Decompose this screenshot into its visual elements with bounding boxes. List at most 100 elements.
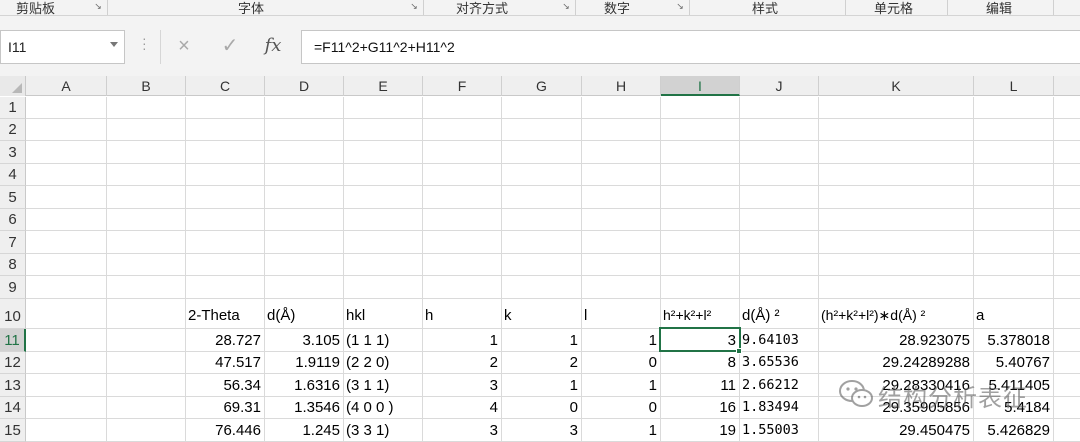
cell-g11[interactable]: 1: [501, 329, 581, 352]
row-header-8[interactable]: 8: [0, 254, 26, 276]
cell-i14[interactable]: 16: [660, 396, 739, 419]
cell-c14[interactable]: 69.31: [185, 396, 264, 419]
cell-e11[interactable]: (1 1 1): [343, 329, 422, 352]
cell-i12[interactable]: 8: [660, 351, 739, 374]
cell-c13[interactable]: 56.34: [185, 374, 264, 397]
row-header-7[interactable]: 7: [0, 231, 26, 254]
row-header-4[interactable]: 4: [0, 164, 26, 186]
select-all-button[interactable]: [0, 76, 26, 96]
cell-h13[interactable]: 1: [581, 374, 660, 397]
name-box[interactable]: I11: [0, 30, 125, 64]
cell-h15[interactable]: 1: [581, 419, 660, 442]
formula-input[interactable]: =F11^2+G11^2+H11^2: [301, 30, 1080, 64]
cell-h11[interactable]: 1: [581, 329, 660, 352]
cell-i15[interactable]: 19: [660, 419, 739, 442]
column-header-l[interactable]: L: [974, 76, 1054, 96]
cell-e14[interactable]: (4 0 0 ): [343, 396, 422, 419]
cell-l13[interactable]: 5.411405: [973, 374, 1053, 397]
cell-e12[interactable]: (2 2 0): [343, 351, 422, 374]
row-header-11[interactable]: 11: [0, 329, 26, 352]
cell-g13[interactable]: 1: [501, 374, 581, 397]
cell-d13[interactable]: 1.6316: [264, 374, 343, 397]
cell-g15[interactable]: 3: [501, 419, 581, 442]
cell-g14[interactable]: 0: [501, 396, 581, 419]
cell-f14[interactable]: 4: [422, 396, 501, 419]
cell-h10[interactable]: l: [581, 304, 660, 327]
column-header-a[interactable]: A: [26, 76, 107, 96]
cell-j15[interactable]: 1.55003: [739, 419, 818, 442]
dialog-launcher-icon[interactable]: ↘: [93, 1, 103, 11]
cell-l10[interactable]: a: [973, 304, 1053, 327]
cell-f12[interactable]: 2: [422, 351, 501, 374]
cell-d14[interactable]: 1.3546: [264, 396, 343, 419]
cell-l12[interactable]: 5.40767: [973, 351, 1053, 374]
enter-check-icon[interactable]: ✓: [213, 30, 247, 64]
cell-e13[interactable]: (3 1 1): [343, 374, 422, 397]
row-header-14[interactable]: 14: [0, 397, 26, 419]
chevron-down-icon[interactable]: [110, 42, 118, 47]
cell-e15[interactable]: (3 3 1): [343, 419, 422, 442]
cell-k11[interactable]: 28.923075: [818, 329, 973, 352]
row-header-12[interactable]: 12: [0, 352, 26, 374]
cell-h14[interactable]: 0: [581, 396, 660, 419]
cell-c11[interactable]: 28.727: [185, 329, 264, 352]
cancel-icon[interactable]: ×: [167, 30, 201, 64]
row-header-6[interactable]: 6: [0, 209, 26, 231]
cell-d11[interactable]: 3.105: [264, 329, 343, 352]
cell-k15[interactable]: 29.450475: [818, 419, 973, 442]
cell-c10[interactable]: 2-Theta: [185, 304, 264, 327]
cell-d12[interactable]: 1.9119: [264, 351, 343, 374]
insert-function-icon[interactable]: fx: [256, 30, 290, 64]
column-header-i[interactable]: I: [661, 76, 740, 96]
cell-k12[interactable]: 29.24289288: [818, 351, 973, 374]
row-header-1[interactable]: 1: [0, 97, 26, 119]
cell-f15[interactable]: 3: [422, 419, 501, 442]
cell-g12[interactable]: 2: [501, 351, 581, 374]
cell-d15[interactable]: 1.245: [264, 419, 343, 442]
cell-k14[interactable]: 29.35905856: [818, 396, 973, 419]
cell-j13[interactable]: 2.66212: [739, 374, 818, 397]
column-header-c[interactable]: C: [186, 76, 265, 96]
row-header-3[interactable]: 3: [0, 141, 26, 164]
cell-j14[interactable]: 1.83494: [739, 396, 818, 419]
cell-l14[interactable]: 5.4184: [973, 396, 1053, 419]
cell-e10[interactable]: hkl: [343, 304, 422, 327]
column-header-d[interactable]: D: [265, 76, 344, 96]
cell-l11[interactable]: 5.378018: [973, 329, 1053, 352]
cell-f10[interactable]: h: [422, 304, 501, 327]
column-header-j[interactable]: J: [740, 76, 819, 96]
dialog-launcher-icon[interactable]: ↘: [561, 1, 571, 11]
cell-j10[interactable]: d(Å) ²: [739, 304, 818, 327]
cell-c15[interactable]: 76.446: [185, 419, 264, 442]
cell-d10[interactable]: d(Å): [264, 304, 343, 327]
column-header-g[interactable]: G: [502, 76, 582, 96]
cell-j12[interactable]: 3.65536: [739, 351, 818, 374]
cell-i10[interactable]: h²+k²+l²: [660, 304, 739, 327]
cell-area[interactable]: 2-Theta d(Å) hkl h k l h²+k²+l² d(Å) ² (…: [26, 97, 1080, 442]
dialog-launcher-icon[interactable]: ↘: [675, 1, 685, 11]
cell-l15[interactable]: 5.426829: [973, 419, 1053, 442]
cell-c12[interactable]: 47.517: [185, 351, 264, 374]
column-header-e[interactable]: E: [344, 76, 423, 96]
cell-j11[interactable]: 9.64103: [739, 329, 818, 352]
cell-f13[interactable]: 3: [422, 374, 501, 397]
cell-k10[interactable]: (h²+k²+l²)∗d(Å) ²: [818, 304, 973, 327]
row-header-2[interactable]: 2: [0, 119, 26, 141]
row-header-9[interactable]: 9: [0, 276, 26, 299]
row-header-10[interactable]: 10: [0, 299, 26, 329]
cell-h12[interactable]: 0: [581, 351, 660, 374]
drag-handle-icon[interactable]: · · ·: [142, 31, 147, 55]
column-header-b[interactable]: B: [107, 76, 186, 96]
column-header-f[interactable]: F: [423, 76, 502, 96]
column-header-k[interactable]: K: [819, 76, 974, 96]
dialog-launcher-icon[interactable]: ↘: [409, 1, 419, 11]
row-header-13[interactable]: 13: [0, 374, 26, 397]
row-header-15[interactable]: 15: [0, 419, 26, 442]
cell-k13[interactable]: 29.28330416: [818, 374, 973, 397]
row-header-5[interactable]: 5: [0, 186, 26, 209]
cell-i13[interactable]: 11: [660, 374, 739, 397]
fill-handle[interactable]: [736, 348, 742, 354]
cell-f11[interactable]: 1: [422, 329, 501, 352]
cell-g10[interactable]: k: [501, 304, 581, 327]
column-header-h[interactable]: H: [582, 76, 661, 96]
